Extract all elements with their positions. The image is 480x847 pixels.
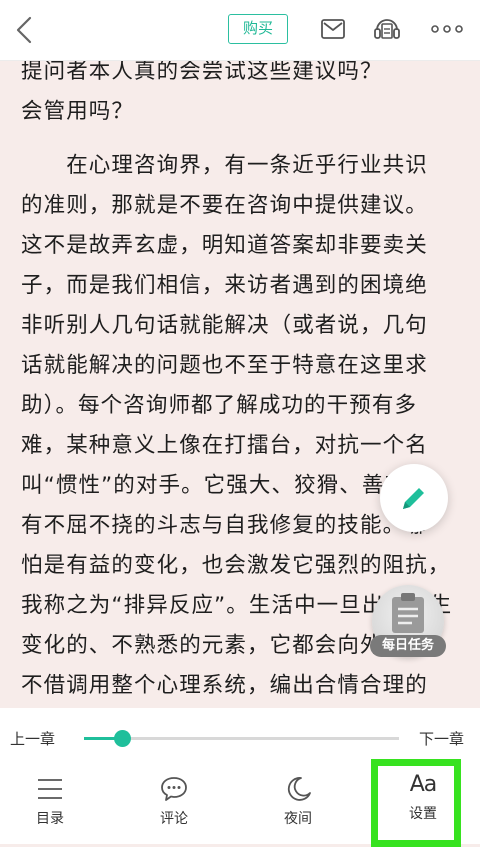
daily-task-label: 每日任务 bbox=[370, 635, 446, 657]
text-line: 助）。每个咨询师都了解成功的干预有多 bbox=[21, 393, 418, 418]
tab-comment-label: 评论 bbox=[160, 811, 188, 827]
clipboard-icon bbox=[392, 593, 424, 633]
mail-icon[interactable] bbox=[318, 14, 348, 44]
text-line: 怕是有益的变化，也会激发它强烈的阻抗， bbox=[21, 553, 451, 578]
text-line: 子，而是我们相信，来访者遇到的困境绝 bbox=[21, 273, 428, 298]
text-line: 变化的、不熟悉的元素，它都会向外推， bbox=[21, 633, 428, 658]
progress-slider[interactable] bbox=[84, 730, 399, 747]
progress-slider-thumb[interactable] bbox=[113, 730, 131, 747]
text-line: 有不屈不挠的斗志与自我修复的技能。哪 bbox=[21, 513, 428, 538]
tab-night-mode[interactable]: 夜间 bbox=[248, 770, 348, 836]
bottom-panel: 上一章 下一章 目录 评论 夜间 Aa 设置 bbox=[0, 708, 480, 847]
edit-note-button[interactable] bbox=[380, 464, 448, 532]
text-line: 非听别人几句话就能解决（或者说，几句 bbox=[21, 313, 428, 338]
text-line: 在心理咨询界，有一条近乎行业共识 bbox=[21, 153, 428, 178]
daily-task-button[interactable]: 每日任务 bbox=[368, 585, 448, 665]
buy-button[interactable]: 购买 bbox=[228, 14, 288, 44]
text-line: 的准则，那就是不要在咨询中提供建议。 bbox=[21, 193, 428, 218]
pencil-icon bbox=[403, 488, 424, 509]
back-arrow-icon[interactable] bbox=[10, 14, 38, 46]
text-line: 不借调用整个心理系统，编出合情合理的 bbox=[21, 673, 428, 698]
text-line: 难，某种意义上像在打擂台，对抗一个名 bbox=[21, 433, 428, 458]
text-line: 叫“惯性”的对手。它强大、狡猾、善变， bbox=[21, 473, 430, 498]
comment-icon bbox=[161, 777, 187, 801]
tab-comment[interactable]: 评论 bbox=[124, 770, 224, 836]
menu-list-icon bbox=[38, 779, 62, 799]
listen-icon[interactable] bbox=[372, 14, 402, 44]
prev-chapter-button[interactable]: 上一章 bbox=[10, 728, 55, 749]
text-line: 话就能解决的问题也不至于特意在这里求 bbox=[21, 353, 428, 378]
text-line: 这不是故弄玄虚，明知道答案却非要卖关 bbox=[21, 233, 428, 258]
tab-night-label: 夜间 bbox=[284, 811, 312, 827]
next-chapter-button[interactable]: 下一章 bbox=[419, 728, 464, 749]
settings-highlight-box bbox=[371, 759, 461, 847]
tab-toc-label: 目录 bbox=[36, 811, 64, 827]
text-line: 会管用吗？ bbox=[21, 99, 135, 124]
moon-icon bbox=[287, 777, 311, 801]
tab-toc[interactable]: 目录 bbox=[0, 770, 100, 836]
more-icon[interactable] bbox=[430, 14, 463, 44]
top-toolbar: 购买 bbox=[0, 0, 480, 61]
